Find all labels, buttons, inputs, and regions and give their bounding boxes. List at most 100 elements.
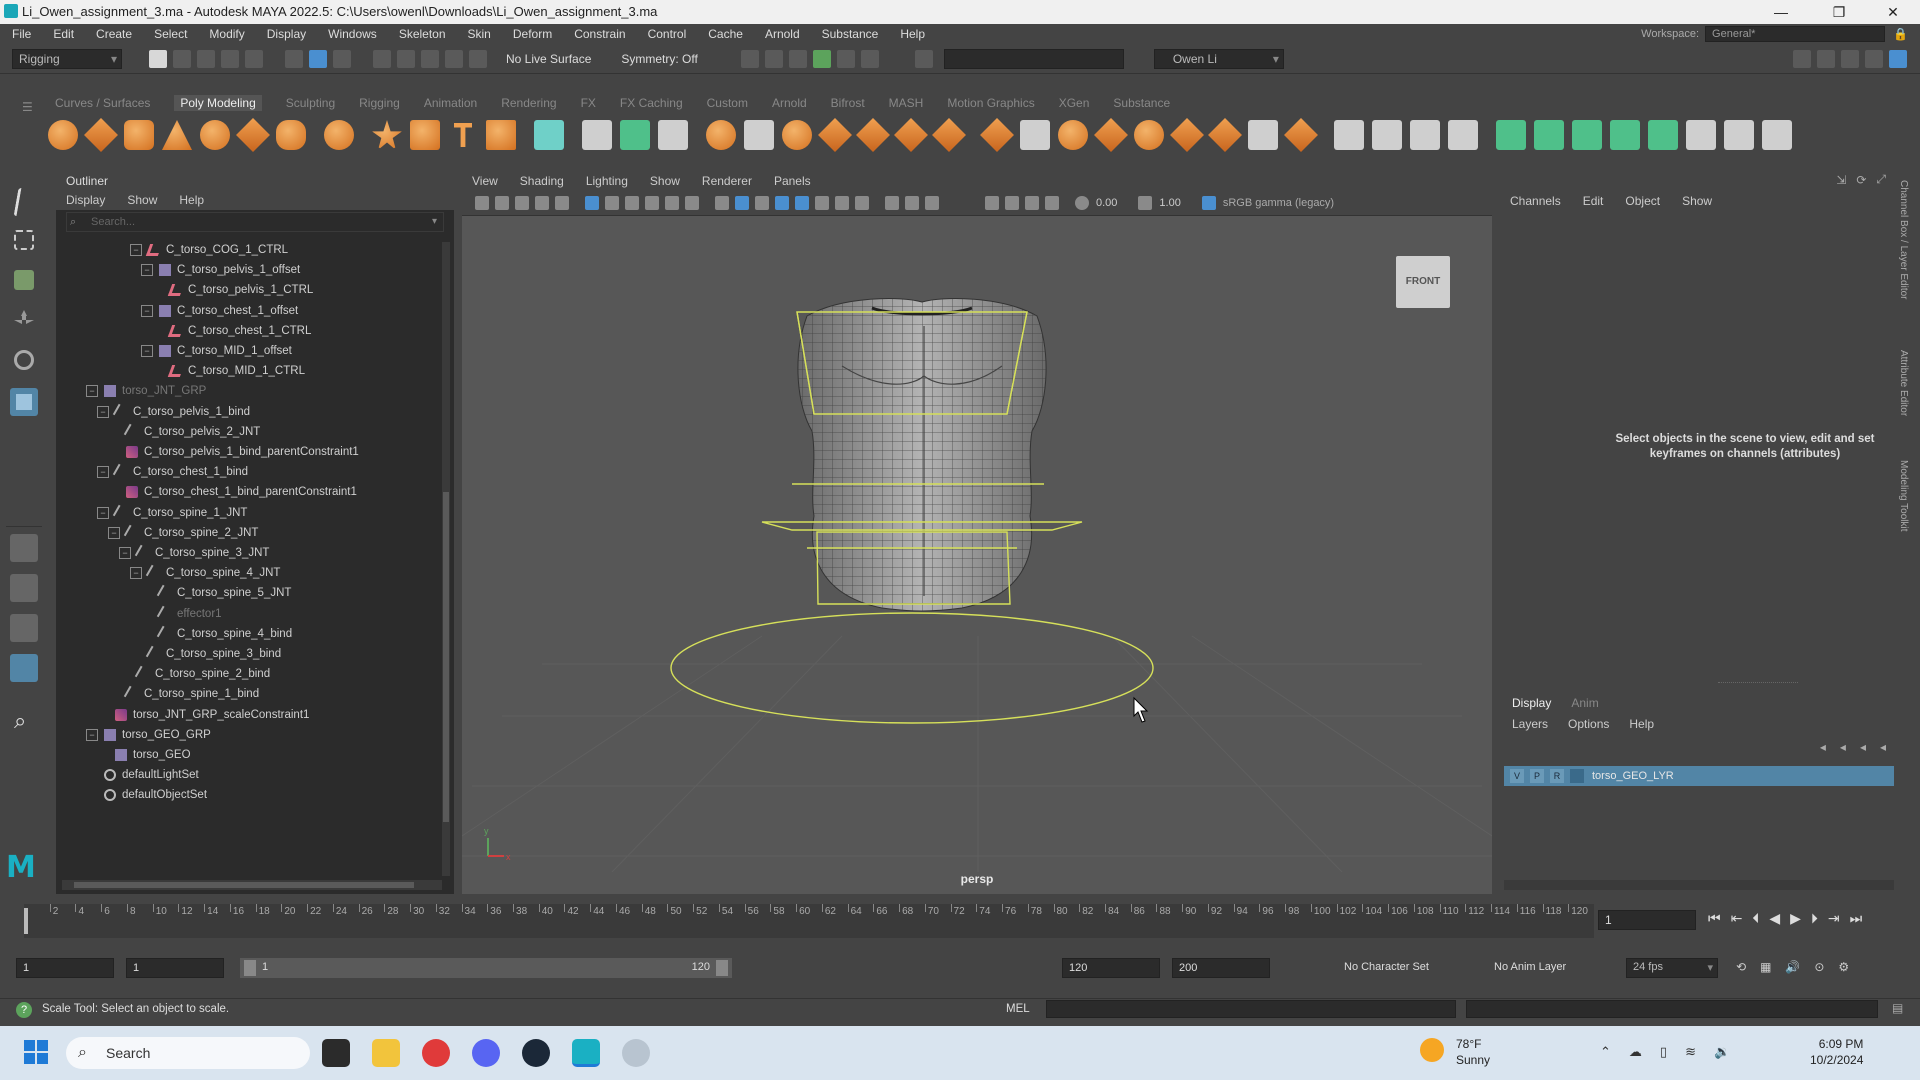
- cylindrical-map-icon[interactable]: [1572, 120, 1602, 150]
- outliner-item[interactable]: − C_torso_spine_2_JNT: [108, 523, 258, 543]
- shelf-tab-fx[interactable]: FX: [581, 96, 596, 110]
- wireframe-icon[interactable]: [715, 195, 729, 210]
- ambient-occlusion-icon[interactable]: [885, 195, 899, 210]
- hypershade-icon[interactable]: [812, 50, 831, 68]
- platonic-solid-icon[interactable]: [324, 120, 354, 150]
- cache-playback-icon[interactable]: ▦: [1760, 960, 1771, 974]
- viewport-menu-lighting[interactable]: Lighting: [586, 174, 628, 188]
- sweep-mesh-icon[interactable]: [410, 120, 440, 150]
- expand-toggle-icon[interactable]: −: [119, 546, 131, 559]
- select-component-icon[interactable]: [333, 50, 351, 68]
- expand-toggle-icon[interactable]: −: [97, 466, 109, 479]
- grease-pencil-icon[interactable]: [555, 195, 569, 210]
- resolution-gate-icon[interactable]: [625, 195, 639, 210]
- layer-hscrollbar[interactable]: [1504, 880, 1894, 890]
- default-material-icon[interactable]: [755, 195, 769, 210]
- sunny-weather-icon[interactable]: [1420, 1038, 1444, 1062]
- rotate-tool-icon[interactable]: [14, 350, 34, 370]
- outliner-item[interactable]: C_torso_MID_1_CTRL: [152, 361, 305, 381]
- time-slider-ticks[interactable]: 2 4 6 8 10 12 14 16 18 20 22 24 26 28 30 32 34 36 38 40 42 44…: [24, 904, 1594, 938]
- pin-icon[interactable]: ⇲: [1836, 173, 1846, 187]
- expand-toggle-icon[interactable]: −: [86, 728, 98, 741]
- menu-edit[interactable]: Edit: [53, 27, 74, 41]
- camera-bookmark-icon[interactable]: [495, 195, 509, 210]
- range-bar[interactable]: 1 120: [240, 958, 732, 978]
- play-forwards-icon[interactable]: ▶: [1790, 910, 1801, 927]
- expand-toggle-icon[interactable]: −: [130, 567, 142, 580]
- expand-toggle-icon[interactable]: −: [141, 264, 153, 277]
- poly-cylinder-icon[interactable]: [124, 120, 154, 150]
- live-surface-label[interactable]: No Live Surface: [506, 52, 591, 66]
- wedge-icon[interactable]: [1208, 118, 1242, 152]
- poly-text-icon[interactable]: [454, 123, 472, 147]
- step-back-key-icon[interactable]: ⇤: [1731, 910, 1743, 927]
- scale-tool-icon[interactable]: [10, 388, 38, 416]
- gamma-icon[interactable]: [1138, 195, 1153, 210]
- insert-loop-icon[interactable]: [1372, 120, 1402, 150]
- outliner-item[interactable]: − C_torso_spine_1_JNT: [97, 503, 247, 523]
- shelf-tab-rendering[interactable]: Rendering: [501, 96, 556, 110]
- scene-start-field[interactable]: 1: [16, 958, 114, 978]
- poly-disc-icon[interactable]: [276, 120, 306, 150]
- layer-playback-toggle[interactable]: P: [1530, 769, 1544, 783]
- shelf-tab-animation[interactable]: Animation: [424, 96, 477, 110]
- spherical-map-icon[interactable]: [1610, 120, 1640, 150]
- outliner-item[interactable]: − C_torso_MID_1_offset: [141, 341, 292, 361]
- app-taskbar-icon[interactable]: [622, 1039, 650, 1067]
- layer-tab-display[interactable]: Display: [1512, 696, 1551, 710]
- offset-loop-icon[interactable]: [1410, 120, 1440, 150]
- layer-reference-toggle[interactable]: R: [1550, 769, 1564, 783]
- new-layer-selected-icon[interactable]: ◂: [1880, 740, 1886, 754]
- auto-map-icon[interactable]: [1648, 120, 1678, 150]
- render-view-icon[interactable]: [836, 50, 855, 68]
- shelf-menu-icon[interactable]: ☰: [22, 100, 33, 114]
- close-icon[interactable]: ✕: [1870, 0, 1916, 24]
- channel-menu-edit[interactable]: Edit: [1583, 194, 1604, 208]
- outliner-hscrollbar[interactable]: [62, 880, 442, 890]
- tab-channel-box[interactable]: Channel Box / Layer Editor: [1898, 180, 1909, 300]
- network-icon[interactable]: ☁: [1629, 1044, 1642, 1060]
- menu-constrain[interactable]: Constrain: [574, 27, 625, 41]
- menu-create[interactable]: Create: [96, 27, 132, 41]
- outliner-item[interactable]: C_torso_spine_1_bind: [108, 684, 259, 704]
- hud-icon[interactable]: [1025, 195, 1039, 210]
- wifi-icon[interactable]: ≋: [1685, 1044, 1696, 1060]
- playback-end-field[interactable]: 120: [1062, 958, 1160, 978]
- shelf-tab-bifrost[interactable]: Bifrost: [831, 96, 865, 110]
- panel-splitter[interactable]: [1718, 682, 1798, 684]
- shelf-tab-poly-modeling[interactable]: Poly Modeling: [174, 95, 262, 111]
- save-scene-icon[interactable]: [197, 50, 215, 68]
- menuset-dropdown[interactable]: Rigging: [12, 49, 122, 69]
- range-end-handle[interactable]: [716, 960, 728, 976]
- outliner-item[interactable]: C_torso_pelvis_2_JNT: [108, 422, 260, 442]
- channel-menu-object[interactable]: Object: [1625, 194, 1660, 208]
- extrude-icon[interactable]: [818, 118, 852, 152]
- loop-icon[interactable]: ⟲: [1736, 960, 1746, 974]
- tab-modeling-toolkit[interactable]: Modeling Toolkit: [1898, 460, 1909, 532]
- lasso-tool-icon[interactable]: [14, 230, 34, 250]
- sound-icon[interactable]: 🔊: [1785, 960, 1800, 974]
- collapse-icon[interactable]: [1134, 120, 1164, 150]
- paint-select-icon[interactable]: [14, 270, 34, 290]
- outliner-scrollbar[interactable]: [442, 242, 450, 876]
- menu-modify[interactable]: Modify: [209, 27, 244, 41]
- film-gate-icon[interactable]: [605, 195, 619, 210]
- menu-display[interactable]: Display: [267, 27, 306, 41]
- menu-cache[interactable]: Cache: [708, 27, 743, 41]
- snap-curve-icon[interactable]: [397, 50, 415, 68]
- bevel-icon[interactable]: [894, 118, 928, 152]
- expand-toggle-icon[interactable]: −: [97, 506, 109, 519]
- script-editor-icon[interactable]: ▤: [1892, 1001, 1903, 1015]
- outliner-item[interactable]: defaultObjectSet: [86, 785, 207, 805]
- single-pane-layout-icon[interactable]: [10, 534, 38, 562]
- outliner-item[interactable]: − C_torso_chest_1_offset: [141, 301, 298, 321]
- weather-widget[interactable]: 78°F Sunny: [1456, 1036, 1490, 1068]
- boolean-diff-icon[interactable]: [744, 120, 774, 150]
- pause-icon[interactable]: [860, 50, 879, 68]
- camera-attributes-icon[interactable]: [475, 195, 489, 210]
- unfold-icon[interactable]: [1724, 120, 1754, 150]
- go-to-end-icon[interactable]: ⏭: [1850, 910, 1863, 927]
- mirror-icon[interactable]: [782, 120, 812, 150]
- outliner-item[interactable]: − C_torso_spine_4_JNT: [130, 563, 280, 583]
- shelf-tab-mash[interactable]: MASH: [889, 96, 924, 110]
